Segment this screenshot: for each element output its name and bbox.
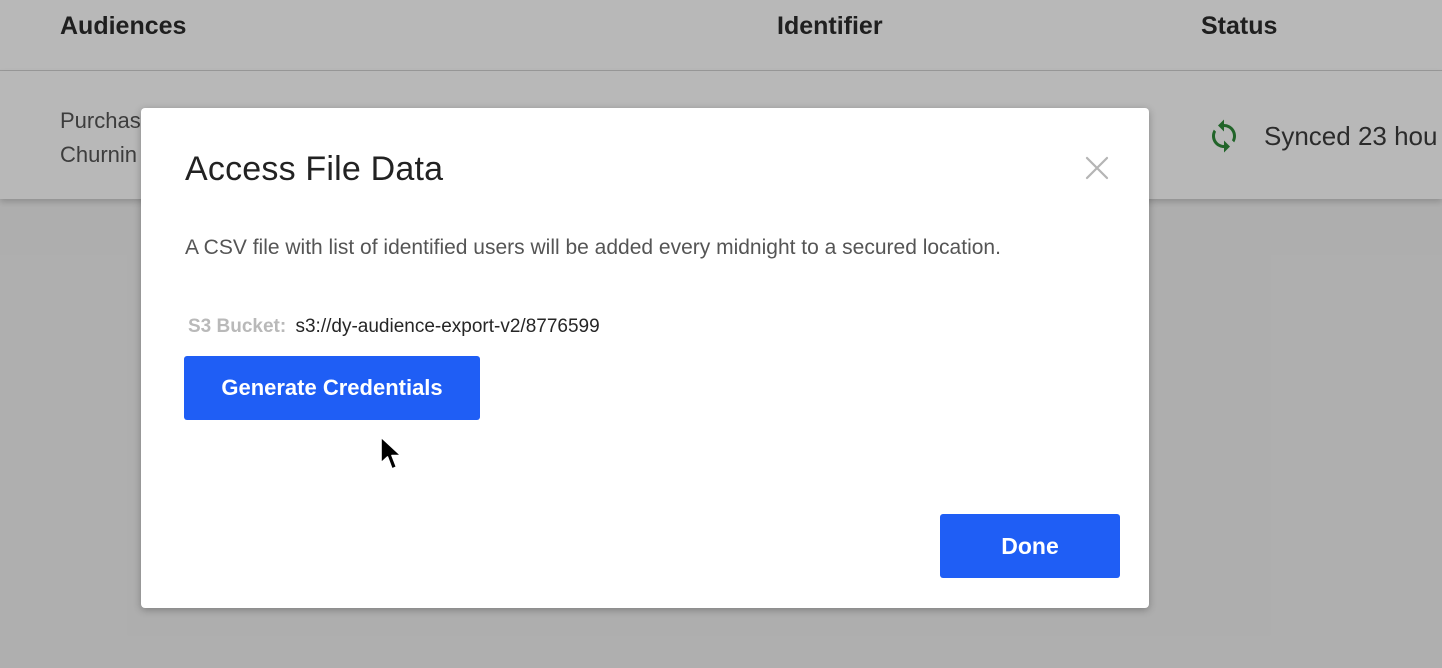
close-button[interactable] — [1079, 150, 1115, 186]
s3-bucket-info: S3 Bucket: s3://dy-audience-export-v2/87… — [188, 316, 600, 338]
s3-bucket-label: S3 Bucket: — [188, 316, 287, 337]
generate-credentials-button[interactable]: Generate Credentials — [184, 356, 480, 420]
s3-bucket-value[interactable]: s3://dy-audience-export-v2/8776599 — [295, 316, 599, 337]
close-icon — [1085, 156, 1109, 180]
modal-description: A CSV file with list of identified users… — [185, 236, 1001, 259]
modal-title: Access File Data — [185, 150, 444, 188]
access-file-data-modal: Access File Data A CSV file with list of… — [141, 108, 1149, 608]
done-button[interactable]: Done — [940, 514, 1120, 578]
